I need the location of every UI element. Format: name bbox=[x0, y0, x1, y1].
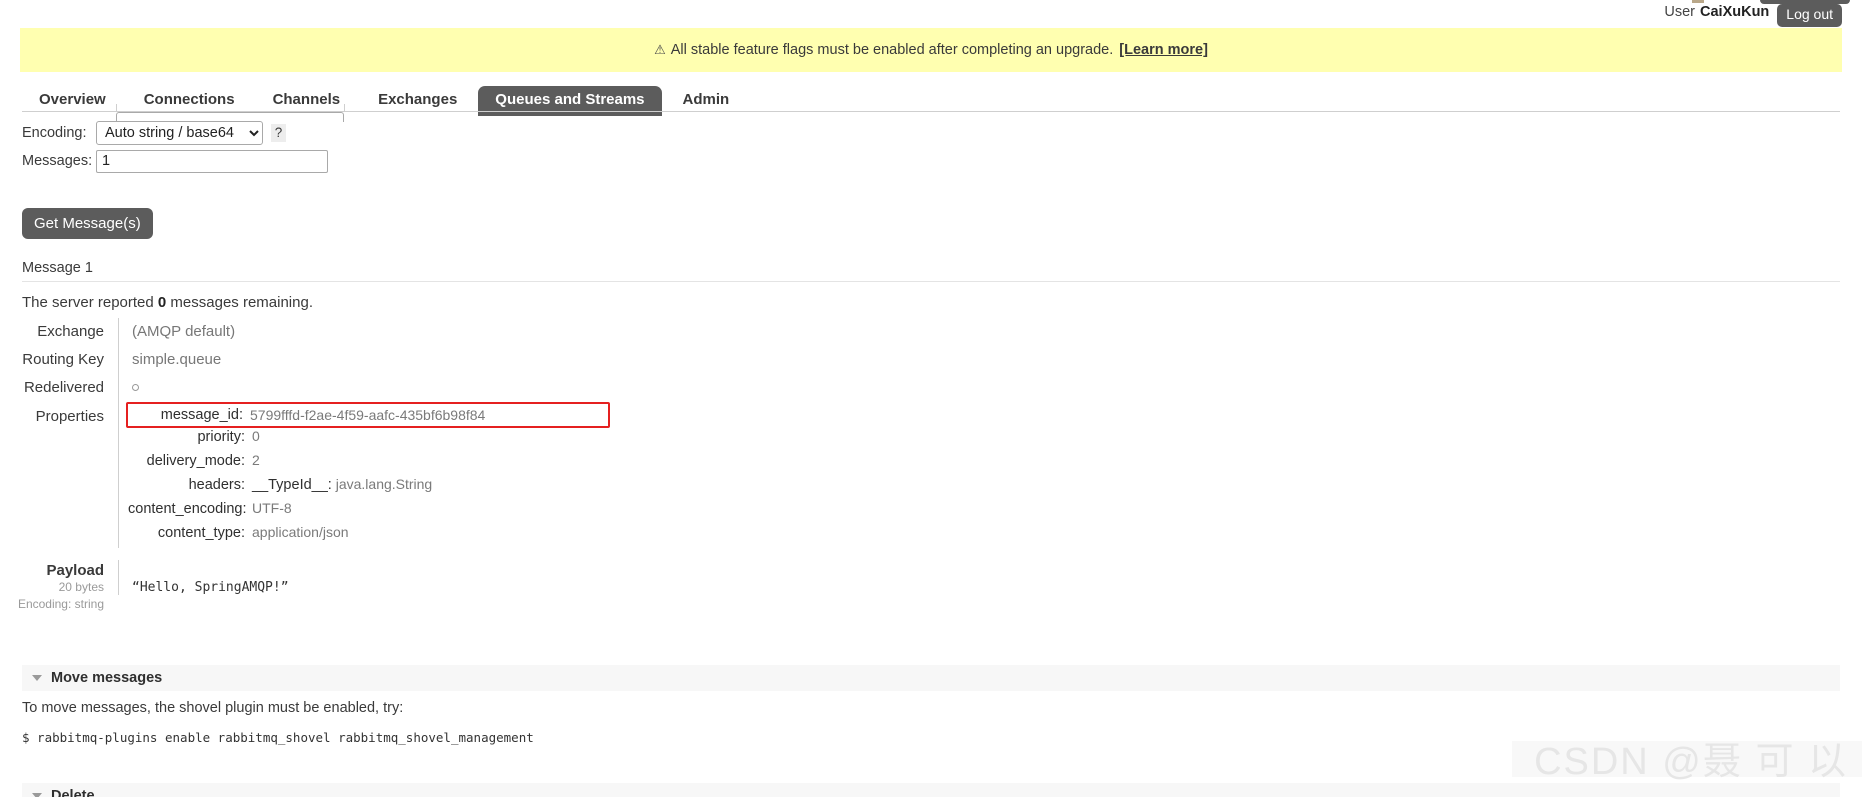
payload-body: “Hello, SpringAMQP!” bbox=[118, 560, 1840, 595]
banner-text: All stable feature flags must be enabled… bbox=[670, 42, 1114, 58]
property-value-priority: 0 bbox=[252, 428, 260, 444]
exchange-value: (AMQP default) bbox=[118, 318, 1840, 346]
payload-size: 20 bytes bbox=[58, 580, 104, 594]
remaining-suffix: messages remaining. bbox=[170, 294, 313, 311]
property-key-priority: priority: bbox=[197, 429, 245, 445]
header-key-typeid: __TypeId__: bbox=[252, 477, 332, 493]
caret-down-icon bbox=[32, 675, 42, 681]
property-key-delivery-mode: delivery_mode: bbox=[146, 453, 245, 469]
learn-more-link[interactable]: [Learn more] bbox=[1119, 42, 1208, 58]
payload-encoding: Encoding: string bbox=[17, 597, 104, 611]
header-value-typeid: java.lang.String bbox=[335, 476, 433, 492]
redelivered-label: Redelivered bbox=[23, 379, 104, 396]
remaining-count: 0 bbox=[157, 294, 167, 311]
property-key-content-encoding: content_encoding: bbox=[128, 501, 247, 517]
feature-flag-banner: ⚠ All stable feature flags must be enabl… bbox=[20, 28, 1842, 72]
warning-triangle-icon: ⚠ bbox=[654, 42, 666, 57]
logout-button[interactable]: Log out bbox=[1777, 4, 1842, 27]
rule-tick-right bbox=[344, 104, 345, 112]
get-messages-form: Encoding: Auto string / base64 ? Message… bbox=[22, 119, 328, 175]
payload-label-block: Payload 20 bytes Encoding: string bbox=[0, 560, 118, 613]
move-messages-description: To move messages, the shovel plugin must… bbox=[22, 700, 404, 716]
property-headers: headers: __TypeId__: java.lang.String bbox=[128, 476, 1840, 500]
message-title: Message 1 bbox=[22, 260, 1840, 282]
property-value-message-id: 5799fffd-f2ae-4f59-aafc-435bf6b98f84 bbox=[250, 407, 486, 423]
encoding-label: Encoding: bbox=[22, 125, 87, 141]
property-message-id: message_id: 5799fffd-f2ae-4f59-aafc-435b… bbox=[126, 402, 610, 428]
table-row-redelivered: Redelivered bbox=[0, 374, 1840, 402]
page-root: User CaiXuKun Log out ⚠ All stable featu… bbox=[0, 0, 1862, 797]
routing-key-value: simple.queue bbox=[118, 346, 1840, 374]
property-key-content-type: content_type: bbox=[157, 525, 245, 541]
payload-title: Payload bbox=[46, 562, 104, 579]
table-row-routing-key: Routing Key simple.queue bbox=[0, 346, 1840, 374]
routing-key-label: Routing Key bbox=[22, 351, 104, 368]
encoding-select[interactable]: Auto string / base64 bbox=[96, 121, 263, 145]
move-messages-section-header[interactable]: Move messages bbox=[22, 665, 1840, 691]
redelivered-value bbox=[118, 374, 1840, 402]
delete-section-header[interactable]: Delete bbox=[22, 783, 1840, 797]
messages-label: Messages: bbox=[22, 153, 93, 169]
remaining-prefix: The server reported bbox=[22, 294, 154, 311]
move-messages-command: $ rabbitmq-plugins enable rabbitmq_shove… bbox=[22, 730, 534, 745]
property-value-content-encoding: UTF-8 bbox=[252, 500, 292, 516]
messages-row: Messages: bbox=[22, 147, 328, 175]
caret-down-icon-delete bbox=[32, 793, 42, 797]
property-value-headers: __TypeId__: java.lang.String bbox=[252, 476, 432, 493]
user-name: CaiXuKun bbox=[1700, 4, 1770, 20]
table-row-exchange: Exchange (AMQP default) bbox=[0, 318, 1840, 346]
user-bar: User CaiXuKun Log out bbox=[0, 0, 1862, 28]
property-value-delivery-mode: 2 bbox=[252, 452, 260, 468]
property-key-headers: headers: bbox=[188, 477, 245, 493]
exchange-label: Exchange bbox=[37, 323, 104, 340]
property-value-content-type: application/json bbox=[252, 524, 349, 540]
properties-label: Properties bbox=[35, 408, 104, 425]
property-content-encoding: content_encoding: UTF-8 bbox=[128, 500, 1840, 524]
property-priority: priority: 0 bbox=[128, 428, 1840, 452]
property-delivery-mode: delivery_mode: 2 bbox=[128, 452, 1840, 476]
table-row-properties: Properties message_id: 5799fffd-f2ae-4f5… bbox=[0, 402, 1840, 548]
encoding-help-icon[interactable]: ? bbox=[271, 124, 286, 142]
circle-false-icon bbox=[132, 383, 139, 391]
messages-remaining-status: The server reported 0 messages remaining… bbox=[22, 294, 313, 311]
watermark-strip bbox=[1512, 741, 1862, 777]
rule-tick-left bbox=[116, 104, 117, 112]
user-label: User bbox=[1664, 4, 1695, 20]
table-row-payload: Payload 20 bytes Encoding: string “Hello… bbox=[0, 560, 1840, 613]
properties-list: message_id: 5799fffd-f2ae-4f59-aafc-435b… bbox=[118, 402, 1840, 548]
message-detail-table: Exchange (AMQP default) Routing Key simp… bbox=[0, 318, 1840, 613]
property-content-type: content_type: application/json bbox=[128, 524, 1840, 548]
move-messages-heading: Move messages bbox=[51, 670, 163, 686]
messages-input[interactable] bbox=[96, 149, 328, 173]
property-key-message-id: message_id: bbox=[160, 407, 243, 423]
delete-heading: Delete bbox=[51, 788, 95, 797]
get-messages-button[interactable]: Get Message(s) bbox=[22, 208, 153, 239]
encoding-row: Encoding: Auto string / base64 ? bbox=[22, 119, 328, 147]
